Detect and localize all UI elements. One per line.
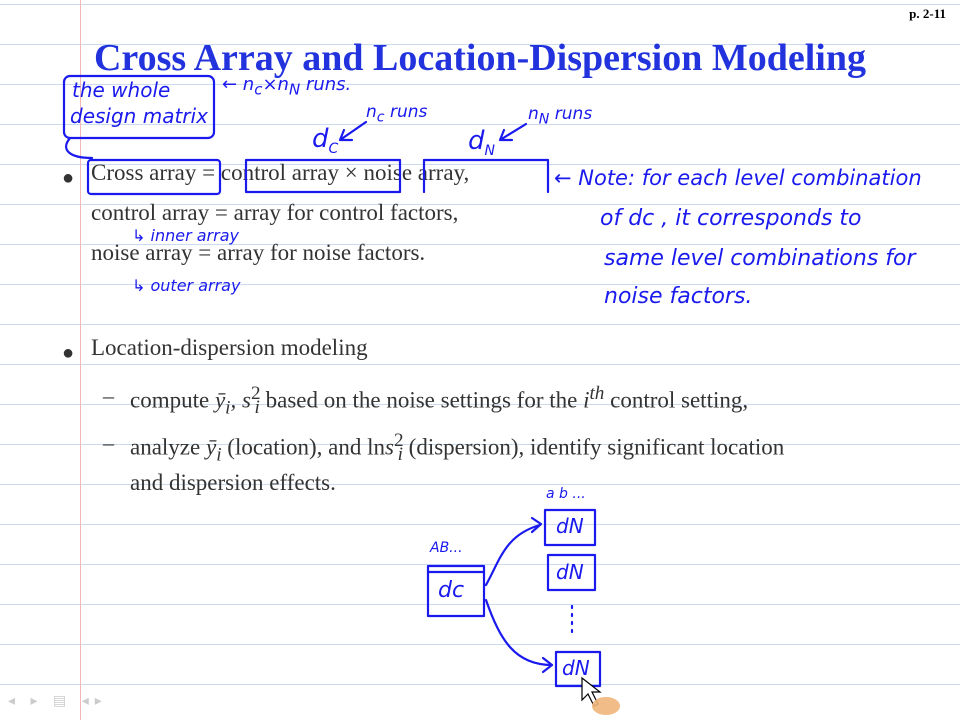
note-line1: ← Note: for each level combination [554,166,922,190]
link-curve [65,136,94,160]
dn-label: dN [468,126,495,160]
dn-box1-label: dN [556,514,584,538]
nn-runs-label: nN runs [528,104,593,128]
whole-label-line1: the whole [72,78,171,102]
nn-arrow [498,122,528,142]
inner-array-label: ↳ inner array [132,226,239,245]
cursor-highlight [592,697,620,715]
total-runs-label: ← nc×nN runs. [222,74,352,99]
note-line2: of dc , it corresponds to [600,206,862,231]
whole-label-line2: design matrix [70,104,208,128]
outer-array-label: ↳ outer array [132,276,241,295]
dc-label: dC [312,124,339,158]
cross-array-box [86,158,222,196]
dn-box2-label: dN [556,560,584,584]
dc-box-label: dc [438,578,465,603]
ab-lower-label: a b ... [546,486,586,502]
note-line4: noise factors. [604,284,753,309]
dn-box3-label: dN [562,656,590,680]
nc-arrow [338,120,368,142]
nc-runs-label: nc runs [366,102,428,126]
control-array-box [244,158,402,194]
slide-nav-icons[interactable]: ◂ ▸ ▤ ◂▸ [8,693,108,710]
ab-upper-label: AB... [430,540,463,556]
arrow-to-dn1 [484,523,542,587]
noise-array-box [422,158,550,194]
note-line3: same level combinations for [604,246,916,271]
arrow-to-dn3 [484,598,554,667]
